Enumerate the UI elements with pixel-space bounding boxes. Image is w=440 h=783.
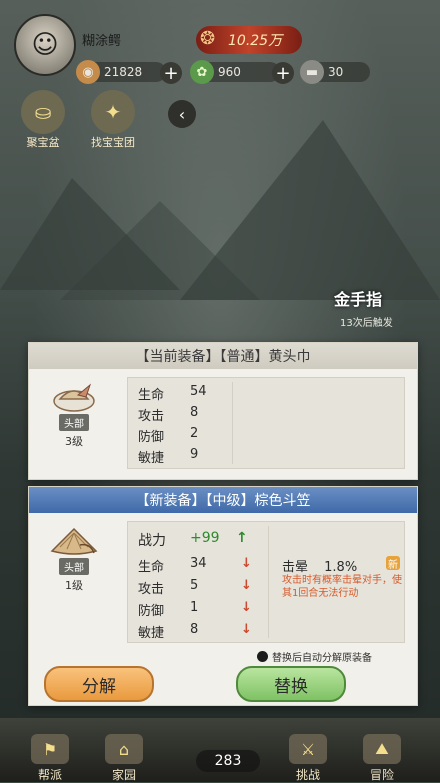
arrow-down-icon: ↓	[241, 556, 252, 571]
current-equipment-title: 【当前装备】【普通】黄头巾	[29, 343, 417, 369]
current-equipment-panel: 【当前装备】【普通】黄头巾 头部 3级 生命 54 攻击 8 防御 2 敏捷 9	[28, 342, 418, 480]
radio-icon	[257, 651, 268, 662]
stat-row: 敏捷 9	[138, 447, 199, 466]
new-stats: 战力 +99 ↑ 生命 34 ↓ 攻击 5 ↓ 防御 1 ↓ 敏捷 8 ↓ 击晕 1.8…	[127, 521, 405, 643]
bottom-counter: 283	[196, 750, 260, 772]
current-level: 3级	[65, 435, 83, 448]
gift-icon: ✦	[91, 90, 135, 134]
treasure-bowl-icon: ⛀	[21, 90, 65, 134]
new-level: 1级	[65, 579, 83, 592]
decompose-button[interactable]: 分解	[44, 666, 154, 702]
current-equipment-icon[interactable]: 头部 3级	[43, 377, 105, 449]
nav-adventure[interactable]: ⛰ 冒险	[354, 734, 410, 783]
new-equipment-title: 【新装备】【中级】棕色斗笠	[29, 487, 417, 513]
coin-icon: ◉	[76, 60, 100, 84]
resource-jade: ✿ 960	[190, 60, 280, 84]
jade-icon: ✿	[190, 60, 214, 84]
nav-challenge[interactable]: ⚔ 挑战	[280, 734, 336, 783]
scroll-icon: ▬	[300, 60, 324, 84]
clan-icon: ⚑	[31, 734, 69, 764]
nav-home[interactable]: ⌂ 家园	[96, 734, 152, 783]
special-desc: 攻击时有概率击晕对手，使其1回合无法行动	[282, 575, 402, 599]
arrow-up-icon: ↑	[236, 530, 248, 546]
stat-row: 生命 34	[138, 556, 207, 575]
skill-name: 金手指	[334, 290, 383, 309]
home-icon: ⌂	[105, 734, 143, 764]
quick-treasure-bowl[interactable]: ⛀ 聚宝盆	[18, 90, 68, 150]
stat-row: 攻击 8	[138, 405, 199, 424]
replace-button[interactable]: 替换	[236, 666, 346, 702]
stat-row: 敏捷 8	[138, 622, 199, 641]
nav-clan[interactable]: ⚑ 帮派	[22, 734, 78, 783]
special-stat: 击晕 1.8%	[282, 560, 358, 575]
challenge-icon: ⚔	[289, 734, 327, 764]
straw-hat-icon	[50, 521, 98, 561]
flame-icon: ❂	[200, 28, 216, 49]
turban-icon	[50, 377, 98, 417]
combat-power-badge: ❂ 10.25万	[196, 26, 302, 54]
resource-gold: ◉ 21828	[76, 60, 166, 84]
new-equipment-icon[interactable]: 头部 1级	[43, 521, 105, 593]
collapse-icon[interactable]: ‹	[168, 100, 196, 128]
adventure-icon: ⛰	[363, 734, 401, 764]
auto-decompose-option[interactable]: 替换后自动分解原装备	[257, 649, 372, 664]
combat-power-value: 10.25万	[228, 33, 283, 49]
stat-row: 防御 1	[138, 600, 199, 619]
stat-row: 攻击 5	[138, 578, 199, 597]
arrow-down-icon: ↓	[241, 622, 252, 637]
arrow-down-icon: ↓	[241, 600, 252, 615]
arrow-down-icon: ↓	[241, 578, 252, 593]
stat-row: 生命 54	[138, 384, 207, 403]
stat-row: 防御 2	[138, 426, 199, 445]
new-tag-icon: 新	[386, 556, 400, 571]
player-name: 糊涂鳄	[82, 34, 122, 49]
skill-note: 13次后触发	[340, 318, 393, 329]
resource-stamina: ▬ 30	[300, 60, 370, 84]
quick-gift[interactable]: ✦ 找宝宝团	[88, 90, 138, 150]
add-jade-button[interactable]: +	[272, 62, 294, 84]
add-gold-button[interactable]: +	[160, 62, 182, 84]
player-avatar[interactable]: ☺	[14, 14, 76, 76]
power-row: 战力 +99 ↑	[138, 530, 248, 549]
current-stats: 生命 54 攻击 8 防御 2 敏捷 9	[127, 377, 405, 469]
